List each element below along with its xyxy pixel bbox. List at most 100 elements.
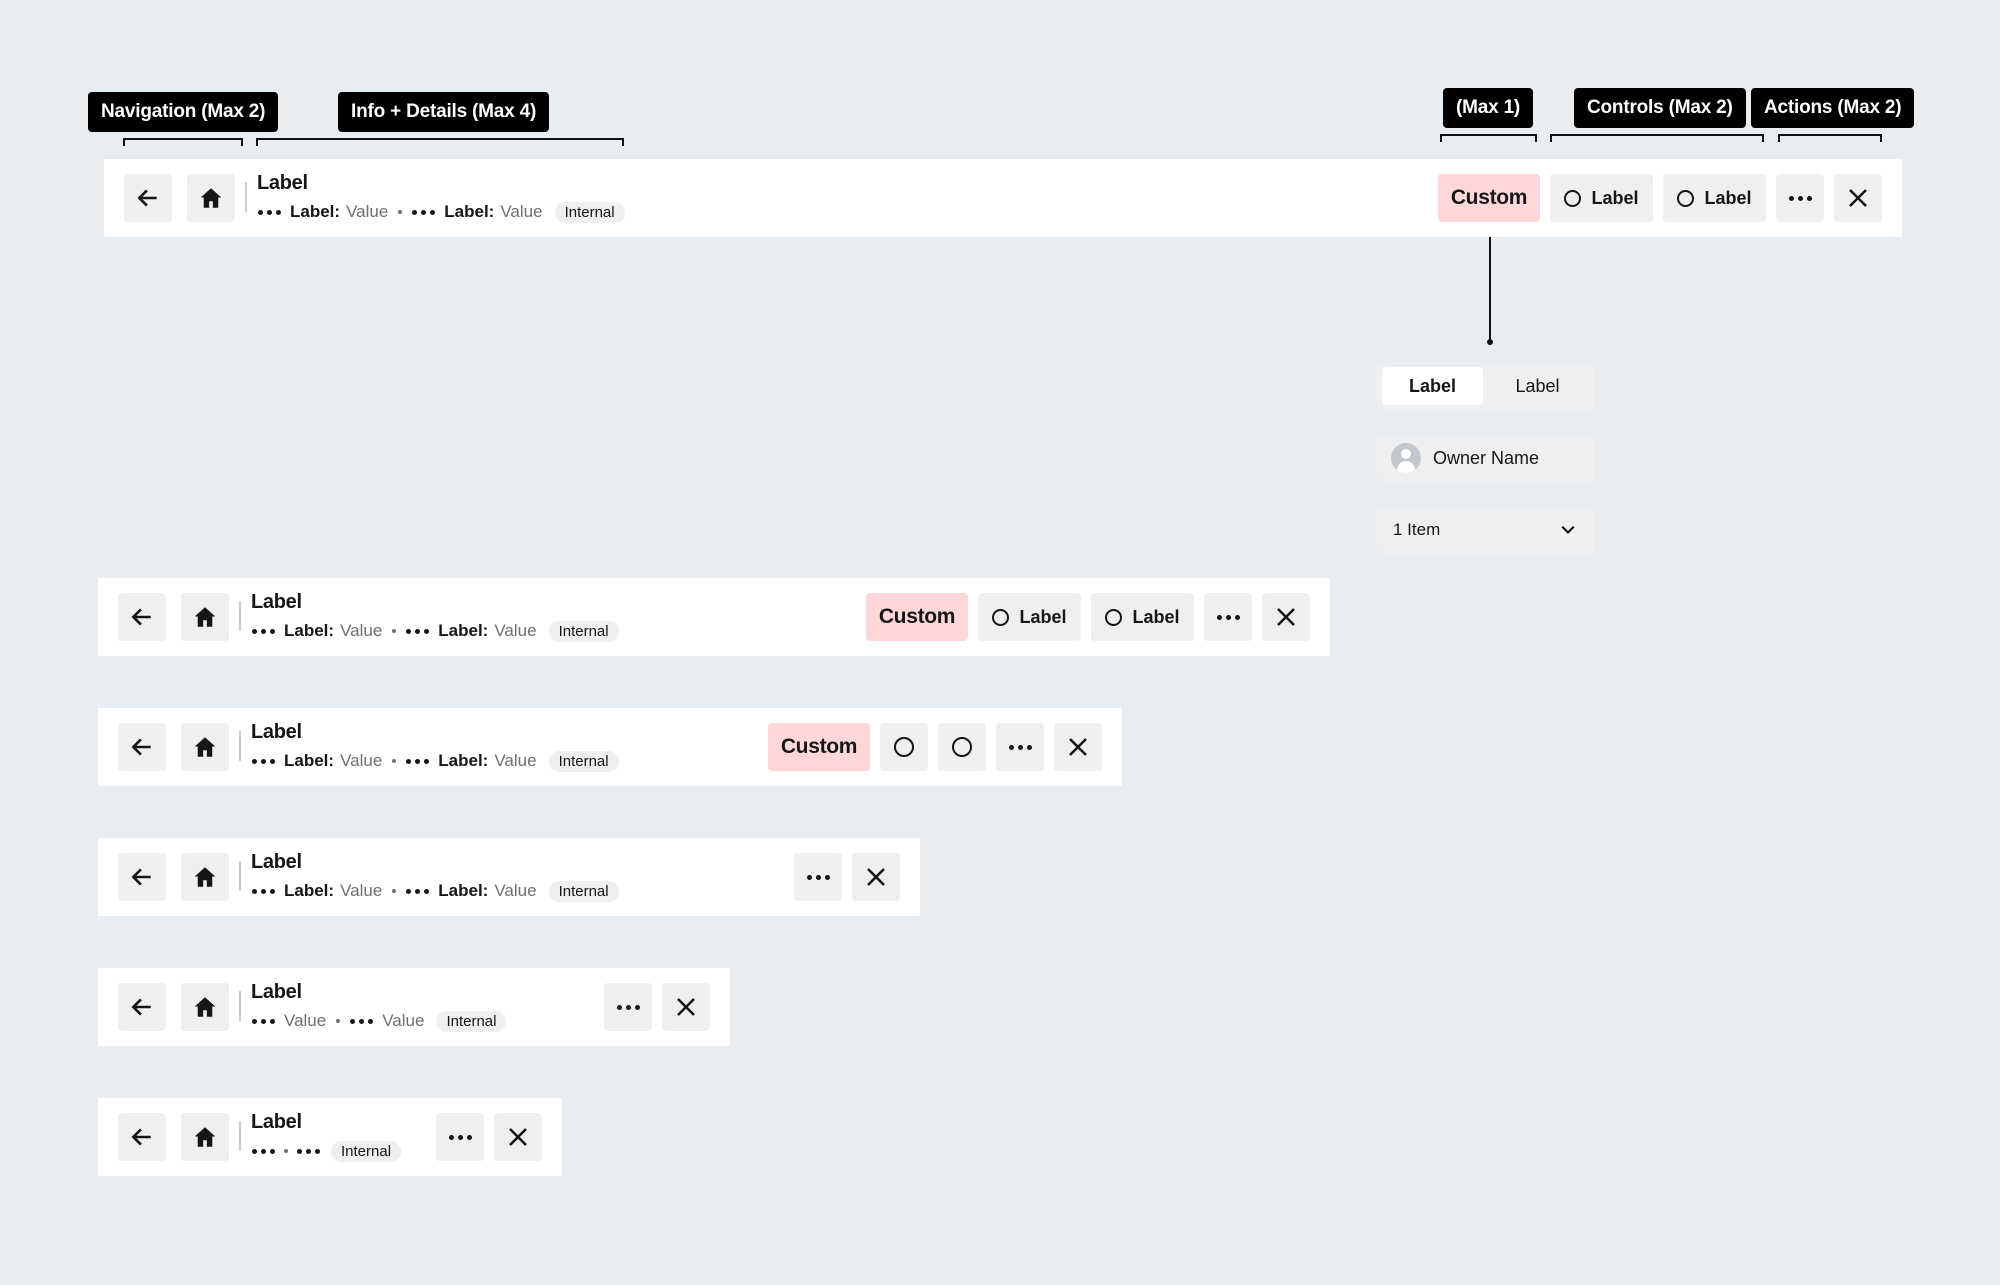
- arrow-left-icon: [131, 998, 151, 1016]
- owner-selector[interactable]: Owner Name: [1376, 434, 1594, 482]
- custom-button[interactable]: Custom: [1438, 174, 1540, 222]
- overflow-menu-icon: [412, 209, 436, 215]
- detail-value: Value: [284, 1011, 327, 1030]
- segment-option[interactable]: Label: [1487, 367, 1588, 405]
- details-row: Label: Value Label: Value Internal: [258, 200, 625, 224]
- detail-value: Value: [346, 202, 389, 221]
- back-button[interactable]: [118, 1113, 166, 1161]
- home-button[interactable]: [187, 174, 235, 222]
- control-button[interactable]: Label: [1550, 174, 1653, 222]
- control-button[interactable]: [880, 723, 928, 771]
- overflow-menu-button[interactable]: [996, 723, 1044, 771]
- radio-circle-icon: [1564, 189, 1582, 207]
- back-button[interactable]: [118, 983, 166, 1031]
- status-badge: Internal: [548, 750, 619, 772]
- close-button[interactable]: [852, 853, 900, 901]
- status-badge: Internal: [331, 1140, 402, 1162]
- overflow-menu-icon: [806, 874, 830, 880]
- overflow-menu-icon: [1788, 195, 1812, 201]
- divider: [239, 731, 241, 761]
- detail-label: Label:: [284, 881, 335, 900]
- annotation-navigation: Navigation (Max 2): [88, 92, 279, 132]
- overflow-menu-icon: [406, 628, 430, 634]
- overflow-menu-icon: [448, 1134, 472, 1140]
- control-button[interactable]: Label: [1091, 593, 1194, 641]
- arrow-left-icon: [131, 608, 151, 626]
- page-title: Label: [251, 851, 302, 873]
- close-button[interactable]: [1834, 174, 1882, 222]
- control-label: Label: [1019, 606, 1067, 627]
- control-label: Label: [1591, 187, 1639, 208]
- bullet-separator: [398, 210, 403, 214]
- divider: [239, 1121, 241, 1151]
- overflow-menu-button[interactable]: [436, 1113, 484, 1161]
- home-button[interactable]: [181, 1113, 229, 1161]
- back-button[interactable]: [118, 723, 166, 771]
- radio-circle-icon: [952, 737, 972, 757]
- bracket-controls: [1550, 134, 1764, 142]
- user-avatar-icon: [1391, 443, 1421, 473]
- back-button[interactable]: [118, 853, 166, 901]
- arrow-left-icon: [137, 189, 157, 207]
- custom-button[interactable]: Custom: [866, 593, 968, 641]
- chevron-down-icon: [1561, 525, 1575, 535]
- overflow-menu-button[interactable]: [1776, 174, 1824, 222]
- connector-line: [1489, 237, 1491, 341]
- close-icon: [677, 998, 695, 1016]
- page-title: Label: [251, 1111, 302, 1133]
- divider: [239, 861, 241, 891]
- home-icon: [194, 867, 216, 887]
- arrow-left-icon: [131, 868, 151, 886]
- detail-value: Value: [494, 881, 537, 900]
- close-button[interactable]: [662, 983, 710, 1031]
- home-button[interactable]: [181, 983, 229, 1031]
- overflow-menu-button[interactable]: [1204, 593, 1252, 641]
- status-badge: Internal: [554, 201, 625, 223]
- bullet-separator: [284, 1149, 288, 1153]
- control-button[interactable]: Label: [978, 593, 1081, 641]
- control-label: Label: [1704, 187, 1752, 208]
- page-title: Label: [251, 591, 302, 613]
- home-button[interactable]: [181, 723, 229, 771]
- home-button[interactable]: [181, 593, 229, 641]
- arrow-left-icon: [131, 738, 151, 756]
- detail-label: Label:: [438, 621, 489, 640]
- radio-circle-icon: [1677, 189, 1695, 207]
- home-button[interactable]: [181, 853, 229, 901]
- home-icon: [194, 1127, 216, 1147]
- back-button[interactable]: [124, 174, 172, 222]
- detail-label: Label:: [290, 202, 341, 221]
- close-button[interactable]: [1262, 593, 1310, 641]
- radio-circle-icon: [1105, 608, 1123, 626]
- status-badge: Internal: [548, 620, 619, 642]
- custom-button[interactable]: Custom: [768, 723, 870, 771]
- overflow-menu-icon: [1008, 744, 1032, 750]
- bullet-separator: [336, 1019, 341, 1023]
- close-button[interactable]: [494, 1113, 542, 1161]
- detail-value: Value: [500, 202, 543, 221]
- header-bar-minimal: Label Internal: [98, 1098, 562, 1176]
- details-row: Label: Value Label: Value Internal: [252, 879, 619, 903]
- segment-option-selected[interactable]: Label: [1382, 367, 1483, 405]
- header-bar-medium: Label Label: Value Label: Value Internal…: [98, 708, 1122, 786]
- page-title: Label: [251, 981, 302, 1003]
- radio-circle-icon: [894, 737, 914, 757]
- divider: [245, 182, 247, 212]
- detail-value: Value: [494, 621, 537, 640]
- items-dropdown[interactable]: 1 Item: [1376, 506, 1594, 554]
- control-button[interactable]: [938, 723, 986, 771]
- control-button[interactable]: Label: [1663, 174, 1766, 222]
- bullet-separator: [392, 759, 397, 763]
- annotation-controls: Controls (Max 2): [1574, 88, 1746, 128]
- dropdown-value: 1 Item: [1393, 520, 1441, 539]
- radio-circle-icon: [992, 608, 1010, 626]
- detail-label: Label:: [444, 202, 495, 221]
- overflow-menu-button[interactable]: [794, 853, 842, 901]
- overflow-menu-icon: [252, 758, 275, 764]
- close-button[interactable]: [1054, 723, 1102, 771]
- divider: [239, 991, 241, 1021]
- header-bar-compact: Label Value Value Internal: [98, 968, 730, 1046]
- overflow-menu-button[interactable]: [604, 983, 652, 1031]
- back-button[interactable]: [118, 593, 166, 641]
- divider: [239, 601, 241, 631]
